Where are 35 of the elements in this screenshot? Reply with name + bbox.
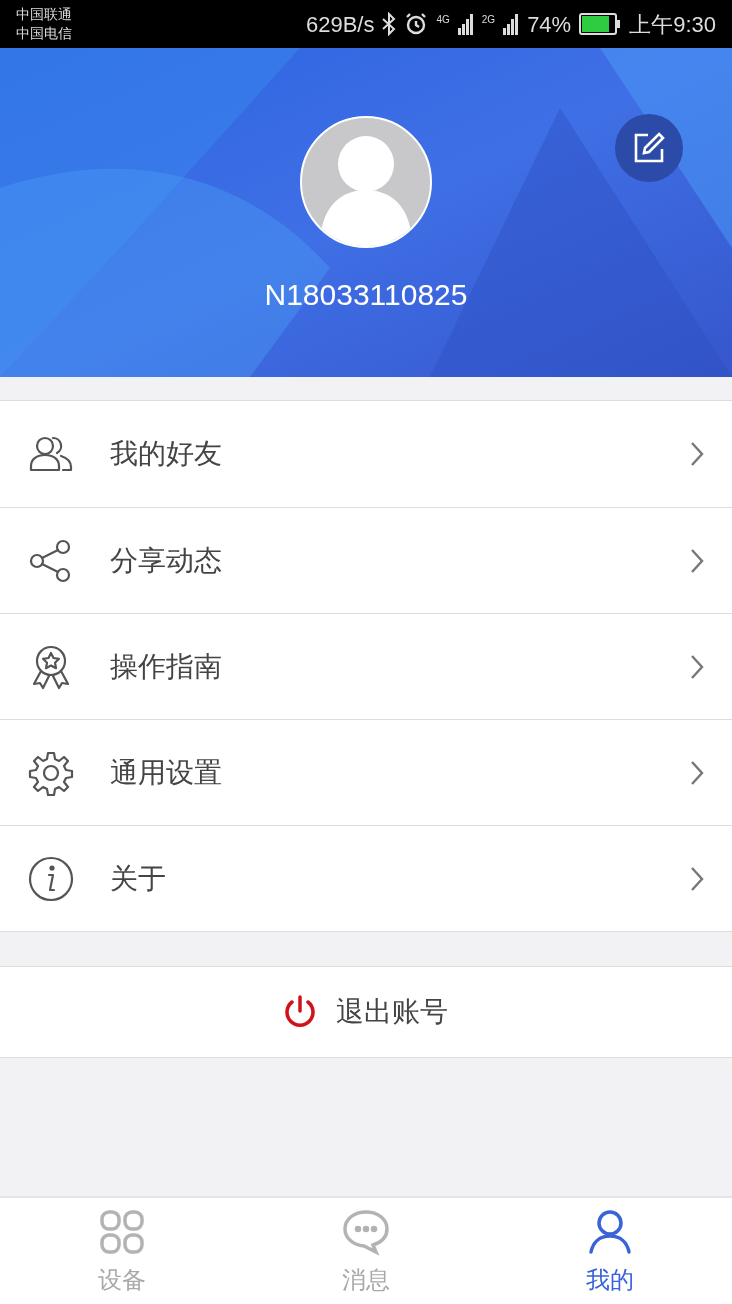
- menu-item[interactable]: 通用设置: [0, 719, 732, 825]
- signal-icon: [503, 13, 520, 35]
- battery-percent: 74%: [527, 10, 572, 39]
- clock-time: 上午9:30: [629, 10, 716, 39]
- username: N18033110825: [264, 277, 468, 313]
- menu-label: 分享动态: [110, 543, 223, 578]
- network-speed: 629B/s: [305, 10, 375, 39]
- logout-button[interactable]: 退出账号: [0, 966, 732, 1058]
- menu-item[interactable]: 操作指南: [0, 613, 732, 719]
- menu-item[interactable]: 我的好友: [0, 401, 732, 507]
- chevron-right-icon: [690, 653, 704, 680]
- edit-icon: [632, 131, 666, 165]
- menu-label: 关于: [110, 861, 167, 896]
- menu-label: 操作指南: [110, 649, 223, 684]
- chat-bubble-icon: [342, 1208, 390, 1256]
- carrier-label: 中国电信: [16, 24, 72, 43]
- bluetooth-icon: [382, 12, 397, 36]
- info-icon: [27, 854, 75, 903]
- power-icon: [284, 995, 316, 1029]
- network-type: 2G: [481, 12, 496, 27]
- menu-item[interactable]: 分享动态: [0, 507, 732, 613]
- battery-icon: [579, 13, 622, 35]
- grid-icon: [98, 1208, 146, 1256]
- chevron-right-icon: [690, 547, 704, 574]
- signal-icon: [457, 13, 474, 35]
- chevron-right-icon: [690, 865, 704, 892]
- tab[interactable]: 我的: [488, 1198, 732, 1304]
- menu-label: 通用设置: [110, 755, 223, 790]
- chevron-right-icon: [690, 441, 704, 467]
- carrier-label: 中国联通: [16, 5, 72, 24]
- person-icon: [586, 1208, 634, 1256]
- network-type: 4G: [436, 12, 450, 27]
- chevron-right-icon: [690, 759, 704, 786]
- menu-label: 我的好友: [110, 437, 223, 471]
- menu-item[interactable]: 关于: [0, 825, 732, 931]
